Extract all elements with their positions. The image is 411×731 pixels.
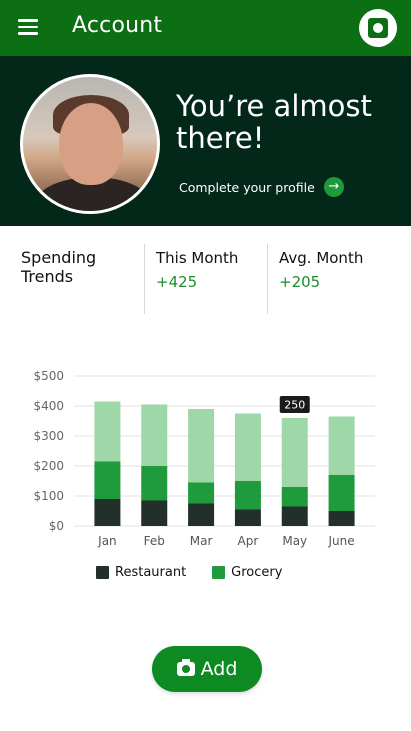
y-tick-label: $0: [49, 519, 64, 533]
bar-segment-jan-0: [94, 499, 121, 526]
bar-segment-jan-1: [94, 461, 121, 499]
hero-headline: You’re almost there!: [176, 89, 372, 155]
y-tick-label: $100: [33, 489, 64, 503]
bar-segment-mar-0: [188, 503, 215, 526]
spending-trends-label: Spending Trends: [21, 248, 97, 286]
app-logo-icon[interactable]: [359, 9, 397, 47]
x-tick-label: Apr: [238, 534, 259, 548]
stacked-bar-chart: $0 $100 $200 $300 $400 $500 Jan Feb Mar Apr May 250…: [33, 369, 375, 548]
y-tick-label: $500: [33, 369, 64, 383]
x-tick-label: Jan: [97, 534, 117, 548]
legend-label-grocery: Grocery: [231, 565, 283, 580]
y-tick-label: $200: [33, 459, 64, 473]
tooltip-label: 250: [284, 399, 305, 412]
legend-grocery[interactable]: Grocery: [212, 565, 282, 580]
arrow-right-icon[interactable]: →: [323, 177, 344, 197]
add-button-label: Add: [200, 658, 238, 680]
chart-legend: Restaurant Grocery: [96, 565, 308, 580]
bar-segment-jan-2: [94, 401, 121, 462]
complete-profile-label: Complete your profile: [179, 179, 315, 195]
divider: [267, 244, 268, 314]
add-button[interactable]: Add: [152, 646, 262, 692]
avg-month-stat: Avg. Month +205: [279, 248, 363, 291]
bar-segment-mar-1: [188, 482, 215, 504]
avatar[interactable]: [20, 74, 160, 214]
bar-segment-may-2: [281, 418, 308, 487]
x-tick-label: Mar: [190, 534, 213, 548]
page-title: Account: [72, 13, 163, 38]
x-tick-label: Feb: [144, 534, 165, 548]
bar-segment-feb-0: [141, 500, 168, 526]
bar-segment-may-0: [281, 506, 308, 526]
camera-icon: [176, 659, 195, 676]
avg-month-value: +205: [279, 273, 321, 291]
bar-segment-feb-2: [141, 404, 168, 466]
this-month-label: This Month: [156, 249, 239, 267]
bar-segment-apr-0: [234, 509, 261, 526]
bar-segment-apr-2: [234, 413, 261, 481]
bar-segment-apr-1: [234, 481, 261, 510]
x-tick-label: June: [328, 534, 355, 548]
legend-label-restaurant: Restaurant: [115, 565, 187, 580]
divider: [144, 244, 145, 314]
legend-swatch-restaurant: [96, 566, 109, 579]
bar-segment-june-0: [328, 511, 355, 526]
bar-segment-june-2: [328, 416, 355, 475]
app-bar: Account: [0, 0, 411, 56]
x-tick-label: May: [282, 534, 307, 548]
legend-swatch-grocery: [212, 566, 226, 579]
bar-segment-june-1: [328, 475, 355, 511]
profile-hero: You’re almost there! Complete your profi…: [0, 56, 411, 226]
legend-restaurant[interactable]: Restaurant: [96, 565, 186, 580]
spending-chart: $0 $100 $200 $300 $400 $500 Jan Feb Mar Apr May 250…: [0, 360, 411, 600]
y-tick-label: $400: [33, 399, 64, 413]
bar-segment-may-1: [281, 487, 308, 507]
bar-segment-feb-1: [141, 466, 168, 501]
bar-segment-mar-2: [188, 409, 215, 483]
menu-icon[interactable]: [18, 19, 38, 35]
y-tick-label: $300: [33, 429, 64, 443]
this-month-value: +425: [156, 273, 198, 291]
this-month-stat: This Month +425: [156, 248, 238, 291]
complete-profile-link[interactable]: Complete your profile →: [179, 177, 344, 197]
avg-month-label: Avg. Month: [279, 249, 364, 267]
spending-stats: Spending Trends This Month +425 Avg. Mon…: [0, 226, 411, 322]
